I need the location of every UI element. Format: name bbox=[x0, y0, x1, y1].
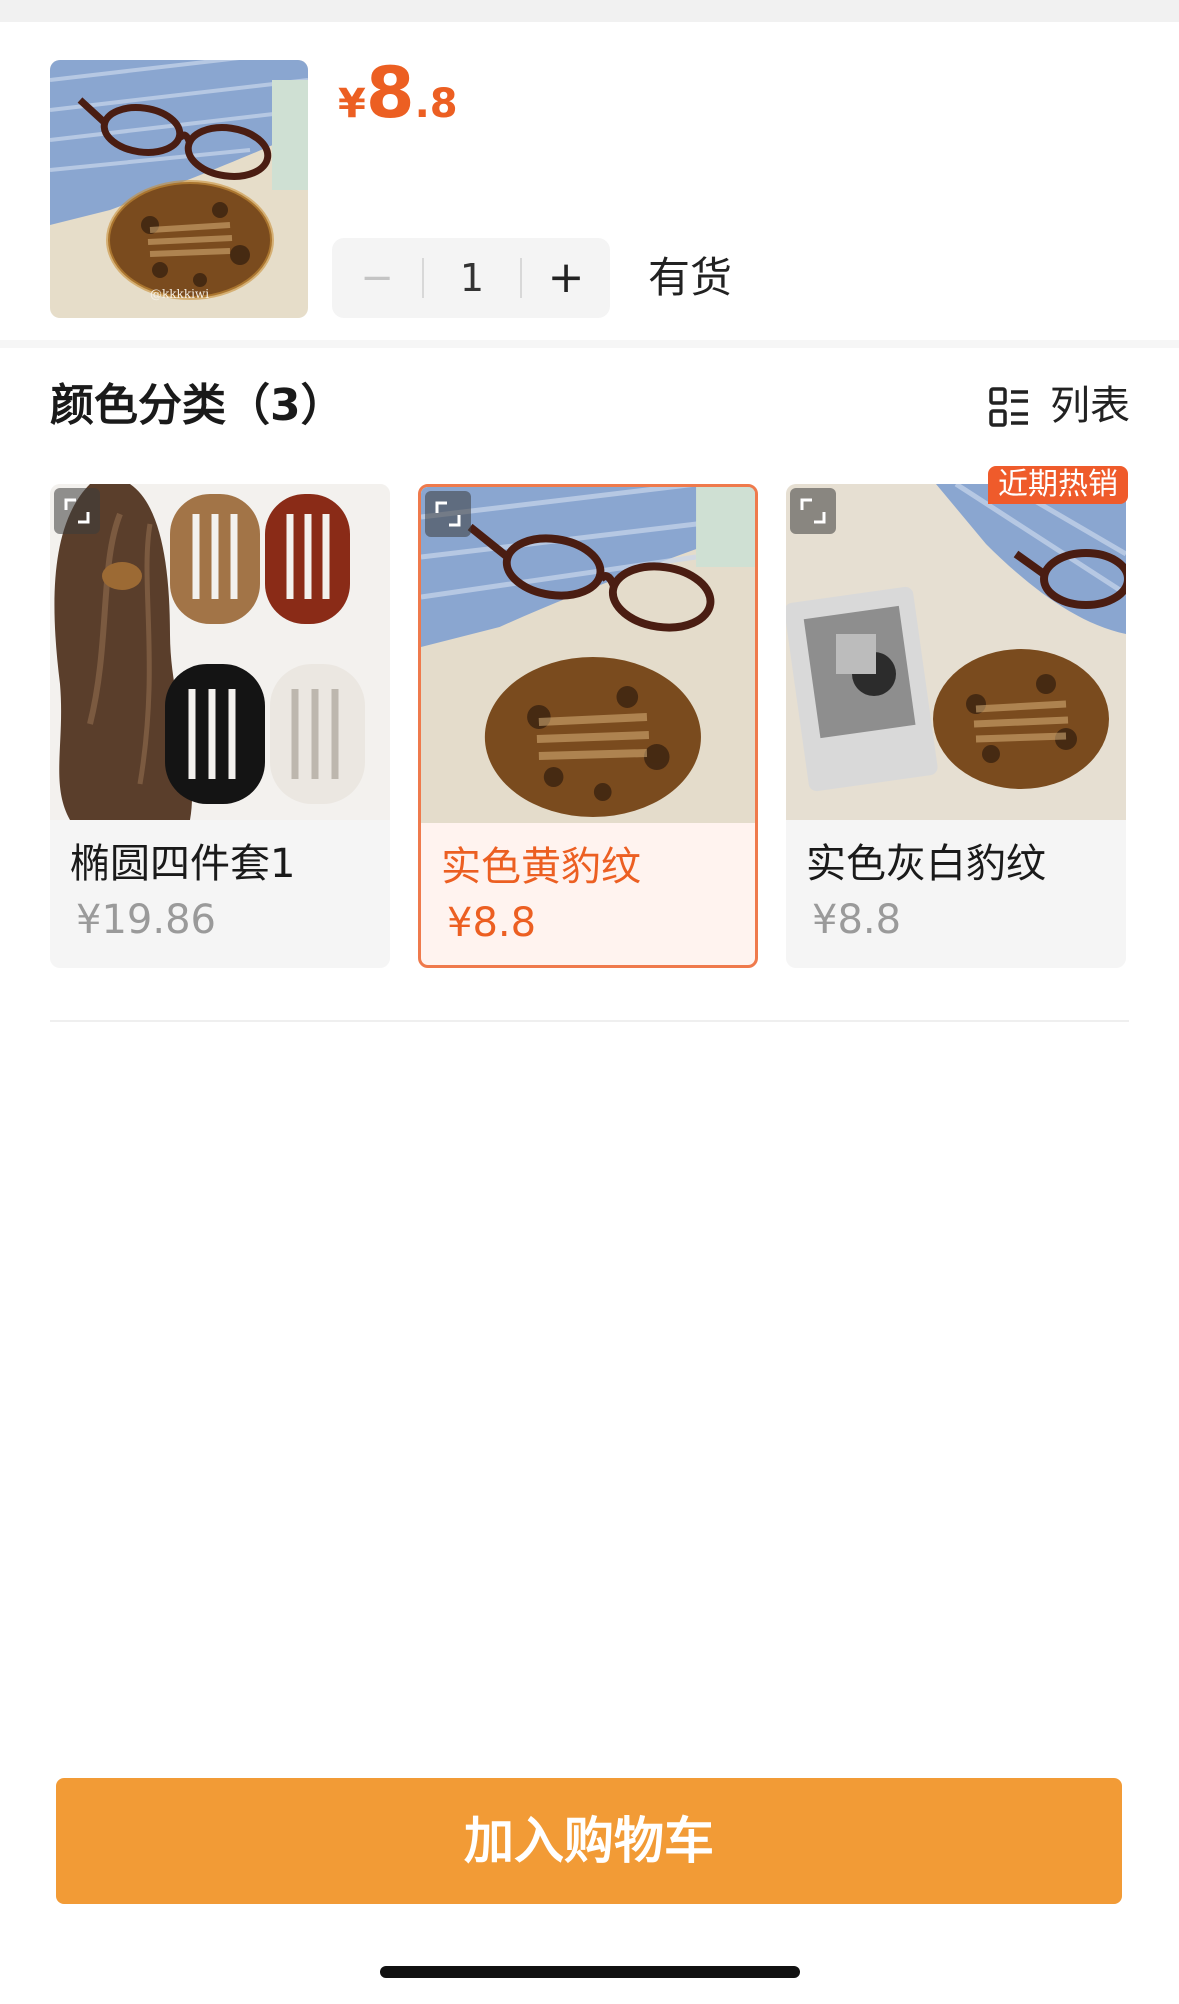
color-category-title: 颜色分类（3） bbox=[50, 380, 345, 431]
option-name: 椭圆四件套1 bbox=[70, 841, 296, 887]
option-card[interactable]: 椭圆四件套1 ¥19.86 bbox=[50, 484, 390, 968]
top-strip bbox=[0, 0, 1179, 22]
list-view-icon bbox=[989, 387, 1028, 427]
home-indicator bbox=[380, 1966, 800, 1978]
option-price: ¥8.8 bbox=[812, 897, 902, 943]
decrement-button[interactable]: − bbox=[332, 238, 422, 318]
section-separator bbox=[0, 340, 1179, 348]
option-card-selected[interactable]: 实色黄豹纹 ¥8.8 bbox=[418, 484, 758, 968]
price-currency: ¥ bbox=[338, 81, 366, 127]
watermark-text: @kkkkiwi bbox=[150, 287, 209, 301]
increment-button[interactable]: + bbox=[522, 238, 610, 318]
option-card[interactable]: 实色灰白豹纹 ¥8.8 bbox=[786, 484, 1126, 968]
hot-selling-badge: 近期热销 bbox=[988, 466, 1128, 504]
expand-icon[interactable] bbox=[790, 488, 836, 534]
option-image bbox=[786, 484, 1126, 820]
option-name: 实色黄豹纹 bbox=[441, 844, 641, 890]
option-image bbox=[421, 487, 755, 823]
quantity-stepper: − 1 + bbox=[332, 238, 610, 318]
price-decimal: .8 bbox=[414, 81, 458, 127]
option-price: ¥8.8 bbox=[447, 900, 537, 946]
price-integer: 8 bbox=[365, 52, 415, 134]
option-image bbox=[50, 484, 390, 820]
quantity-value[interactable]: 1 bbox=[424, 238, 520, 318]
list-view-toggle[interactable]: 列表 bbox=[988, 376, 1133, 436]
product-price: ¥8.8 bbox=[338, 52, 458, 134]
list-view-label: 列表 bbox=[1050, 383, 1130, 429]
option-price: ¥19.86 bbox=[76, 897, 216, 943]
stock-status: 有货 bbox=[648, 253, 733, 302]
product-thumbnail[interactable]: @kkkkiwi bbox=[50, 60, 308, 318]
expand-icon[interactable] bbox=[54, 488, 100, 534]
add-to-cart-button[interactable]: 加入购物车 bbox=[56, 1778, 1122, 1904]
option-name: 实色灰白豹纹 bbox=[806, 841, 1046, 887]
content-divider bbox=[50, 1020, 1129, 1022]
expand-icon[interactable] bbox=[425, 491, 471, 537]
